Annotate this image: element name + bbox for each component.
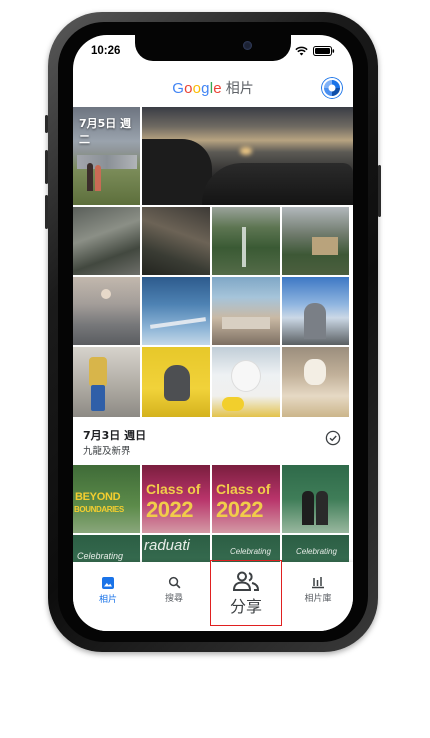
photo-tile[interactable] [73, 277, 140, 345]
photo-row [73, 347, 349, 417]
photo-tile[interactable] [282, 347, 349, 417]
nav-library[interactable]: 相片庫 [283, 562, 353, 618]
library-icon [312, 577, 324, 589]
google-logo: Google [172, 80, 222, 97]
date-section-header: 7月3日 週日 九龍及新界 [73, 419, 353, 463]
photo-row: BEYOND BOUNDARIES Class of 2022 Class of… [73, 465, 349, 533]
logo-letter: o [184, 79, 193, 97]
app-title-suffix: 相片 [225, 81, 254, 97]
bottom-nav: 相片 搜尋 分享 相片庫 [73, 560, 353, 631]
photo-tile[interactable] [73, 207, 140, 275]
front-camera [243, 41, 252, 50]
wifi-icon [295, 46, 308, 56]
account-avatar[interactable] [321, 77, 343, 99]
notch [135, 35, 291, 61]
photo-row: 7月5日 週二 [73, 107, 353, 205]
power-button [378, 165, 381, 217]
nav-search[interactable]: 搜尋 [139, 562, 209, 618]
select-check-icon[interactable] [325, 430, 341, 446]
poster-text: Class of [216, 481, 271, 497]
photo-tile[interactable]: Class of 2022 [212, 465, 280, 533]
people-icon [232, 571, 260, 591]
photo-tile[interactable] [282, 207, 349, 275]
photo-tile[interactable]: BEYOND BOUNDARIES [73, 465, 140, 533]
photo-tile[interactable] [142, 347, 210, 417]
photo-tile[interactable] [142, 207, 210, 275]
section-location: 九龍及新界 [83, 446, 131, 457]
logo-letter: e [213, 79, 222, 97]
logo-letter: g [201, 79, 210, 97]
poster-text: 2022 [216, 497, 263, 522]
photo-tile-large[interactable] [142, 107, 353, 205]
status-time: 10:26 [91, 45, 121, 57]
poster-text: Class of [146, 481, 201, 497]
nav-library-label: 相片庫 [304, 594, 332, 604]
section-date: 7月3日 週日 [83, 429, 147, 442]
poster-text: Celebrating [77, 551, 124, 561]
status-icons [295, 46, 335, 56]
battery-icon [313, 46, 335, 56]
volume-down-button [45, 195, 48, 229]
logo-letter: G [172, 79, 185, 97]
photo-tile[interactable] [282, 465, 349, 533]
poster-text: BOUNDARIES [74, 505, 124, 514]
nav-photos-label: 相片 [98, 594, 117, 605]
photo-tile[interactable] [282, 277, 349, 345]
poster-text: Celebrating [230, 547, 271, 556]
nav-photos[interactable]: 相片 [73, 562, 143, 618]
photo-row [73, 277, 349, 345]
photo-tile[interactable] [73, 347, 140, 417]
nav-search-label: 搜尋 [164, 594, 183, 604]
poster-text: BEYOND [75, 491, 121, 503]
photo-tile[interactable] [212, 207, 280, 275]
logo-letter: o [192, 79, 202, 97]
poster-text: Celebrating [296, 547, 337, 556]
poster-text: 2022 [146, 497, 193, 522]
date-overlay: 7月5日 週二 [79, 117, 132, 146]
phone-screen: 10:26 Google 相片 7月5日 週二 7月3日 週日 九龍及新界 BE… [73, 35, 353, 631]
photo-icon [102, 576, 114, 589]
app-header: Google 相片 [73, 71, 353, 105]
photo-tile[interactable] [212, 277, 280, 345]
search-icon [168, 576, 180, 589]
photo-tile[interactable] [142, 277, 210, 345]
nav-share-label: 分享 [229, 596, 262, 616]
nav-share[interactable]: 分享 [211, 562, 281, 624]
volume-up-button [45, 150, 48, 184]
photo-row [73, 207, 349, 275]
photo-tile[interactable] [212, 347, 280, 417]
photo-tile[interactable]: Class of 2022 [142, 465, 210, 533]
poster-text: raduati [144, 537, 190, 554]
mute-switch [45, 115, 48, 133]
photo-tile[interactable]: 7月5日 週二 [73, 107, 140, 205]
